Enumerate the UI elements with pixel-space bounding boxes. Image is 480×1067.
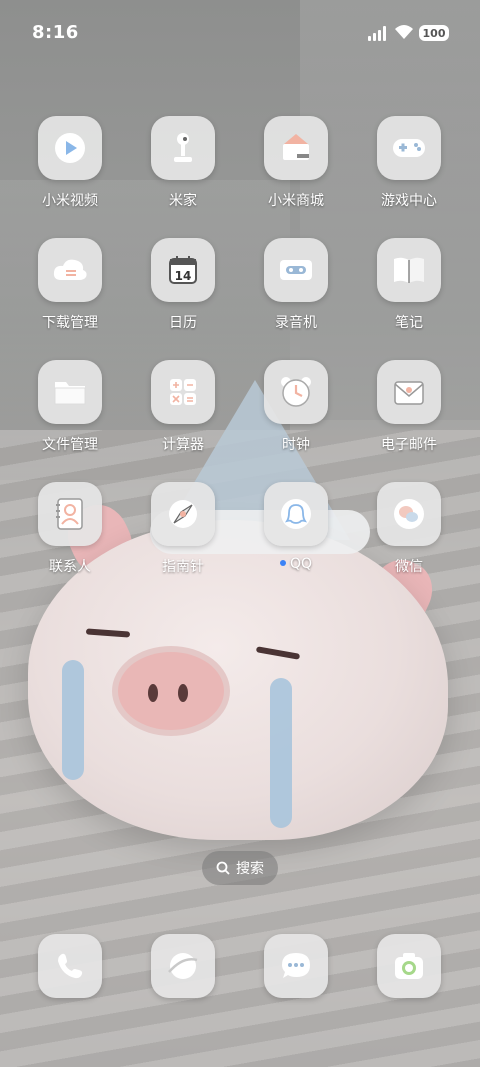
app-mi-store[interactable]: 小米商城 [240, 116, 352, 210]
wechat-icon [377, 482, 441, 546]
app-label: 笔记 [395, 315, 423, 331]
search-icon [216, 861, 230, 875]
signal-icon [368, 26, 386, 41]
status-bar: 8:16 100 [0, 0, 480, 68]
search-label: 搜索 [236, 861, 264, 877]
app-calendar[interactable]: 14 日历 [127, 238, 239, 332]
app-compass[interactable]: 指南针 [127, 482, 239, 576]
compass-icon [151, 482, 215, 546]
app-label: 米家 [169, 193, 197, 209]
app-label: 日历 [169, 315, 197, 331]
app-label: 指南针 [162, 559, 204, 575]
app-qq[interactable]: QQ [240, 482, 352, 572]
status-time: 8:16 [32, 22, 79, 43]
wallpaper-nostril-left [148, 684, 158, 702]
folder-icon [38, 360, 102, 424]
dock-browser[interactable] [127, 934, 239, 998]
mail-icon [377, 360, 441, 424]
app-label-wrap: QQ [240, 556, 352, 572]
app-recorder[interactable]: 录音机 [240, 238, 352, 332]
dock-phone[interactable] [14, 934, 126, 998]
app-label: 游戏中心 [381, 193, 437, 209]
wifi-icon [395, 25, 413, 39]
messages-icon [264, 934, 328, 998]
wallpaper-tear-left [62, 660, 84, 780]
phone-icon [38, 934, 102, 998]
app-label: 小米商城 [268, 193, 324, 209]
app-file-manager[interactable]: 文件管理 [14, 360, 126, 454]
app-label: 录音机 [275, 315, 317, 331]
battery-icon: 100 [419, 25, 449, 41]
contacts-icon [38, 482, 102, 546]
app-calculator[interactable]: 计算器 [127, 360, 239, 454]
app-label: QQ [289, 556, 313, 572]
browser-icon [151, 934, 215, 998]
dock-messages[interactable] [240, 934, 352, 998]
qq-icon [264, 482, 328, 546]
cloud-download-icon [38, 238, 102, 302]
app-label: 时钟 [282, 437, 310, 453]
wallpaper-tear-right [270, 678, 292, 828]
app-downloads[interactable]: 下载管理 [14, 238, 126, 332]
recorder-icon [264, 238, 328, 302]
gamepad-icon [377, 116, 441, 180]
app-mi-home[interactable]: 米家 [127, 116, 239, 210]
app-clock[interactable]: 时钟 [240, 360, 352, 454]
video-icon [38, 116, 102, 180]
app-label: 联系人 [49, 559, 91, 575]
app-label: 小米视频 [42, 193, 98, 209]
wallpaper-pig-snout [118, 652, 224, 730]
app-notes[interactable]: 笔记 [353, 238, 465, 332]
calendar-icon: 14 [151, 238, 215, 302]
new-app-indicator [279, 560, 286, 566]
calculator-icon [151, 360, 215, 424]
app-label: 电子邮件 [381, 437, 437, 453]
app-mi-video[interactable]: 小米视频 [14, 116, 126, 210]
lamp-icon [151, 116, 215, 180]
app-contacts[interactable]: 联系人 [14, 482, 126, 576]
search-button[interactable]: 搜索 [202, 851, 278, 885]
app-label: 微信 [395, 559, 423, 575]
app-email[interactable]: 电子邮件 [353, 360, 465, 454]
app-label: 下载管理 [42, 315, 98, 331]
wallpaper-nostril-right [178, 684, 188, 702]
notes-icon [377, 238, 441, 302]
app-label: 文件管理 [42, 437, 98, 453]
camera-icon [377, 934, 441, 998]
clock-icon [264, 360, 328, 424]
app-game-center[interactable]: 游戏中心 [353, 116, 465, 210]
shop-icon [264, 116, 328, 180]
app-wechat[interactable]: 微信 [353, 482, 465, 576]
calendar-day: 14 [175, 269, 192, 283]
app-label: 计算器 [162, 437, 204, 453]
dock-camera[interactable] [353, 934, 465, 998]
